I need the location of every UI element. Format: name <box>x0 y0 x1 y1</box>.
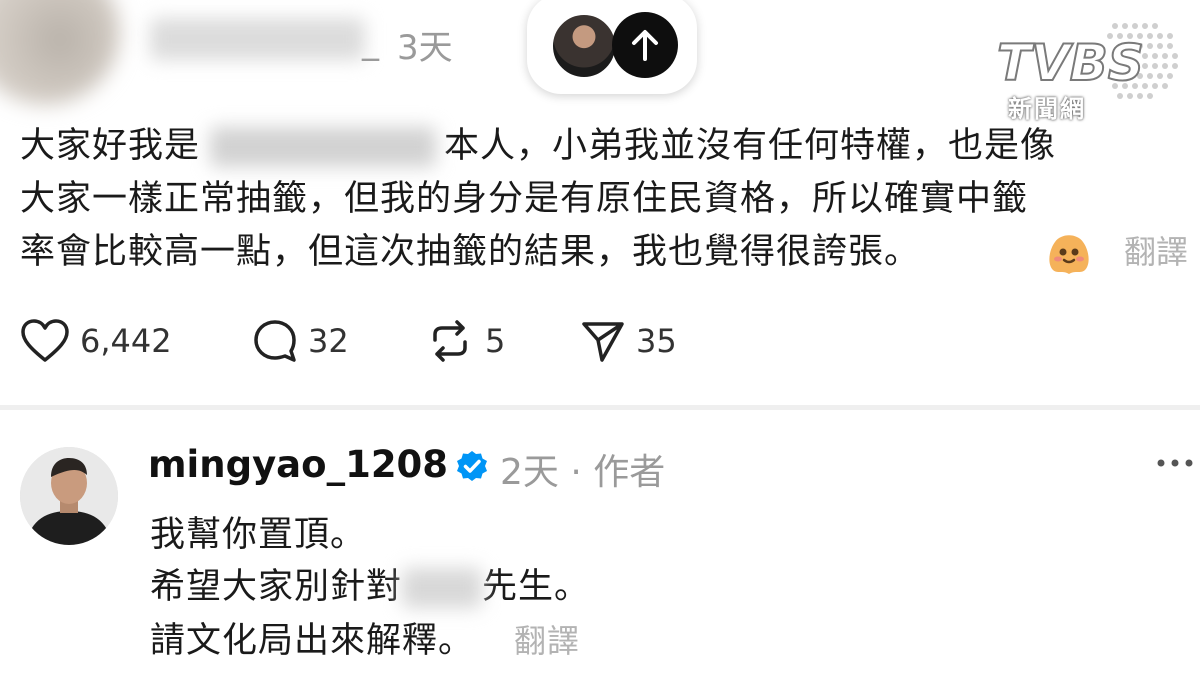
cute-emoji-icon <box>1049 235 1089 274</box>
like-count: 6,442 <box>80 322 172 360</box>
post-text-line-2: 大家一樣正常抽籤，但我的身分是有原住民資格，所以確實中籤 <box>20 179 1029 219</box>
repost-count: 5 <box>485 322 506 360</box>
post-text-line-3: 率會比較高一點，但這次抽籤的結果，我也覺得很誇張。 <box>20 232 921 272</box>
reply-line-2-suffix: 先生。 <box>482 567 591 607</box>
pill-avatar <box>551 13 617 79</box>
more-options-icon[interactable] <box>1155 448 1195 478</box>
share-button[interactable]: 35 <box>580 318 677 364</box>
share-count: 35 <box>636 322 677 360</box>
comment-count: 32 <box>308 322 349 360</box>
repost-icon <box>433 320 467 362</box>
reply-meta: 2天 · 作者 <box>500 452 666 493</box>
reply-avatar[interactable] <box>20 447 118 545</box>
arrow-up-icon[interactable] <box>612 12 678 78</box>
verified-badge-icon <box>457 451 487 481</box>
like-button[interactable]: 6,442 <box>20 318 172 364</box>
username-suffix: _ <box>362 22 379 62</box>
reply-username[interactable]: mingyao_1208 <box>148 443 448 486</box>
reply-line-3: 請文化局出來解釋。 翻譯 <box>150 612 580 663</box>
translate-link[interactable]: 翻譯 <box>1124 226 1188 279</box>
svg-text:TVBS: TVBS <box>997 34 1144 92</box>
reply-translate-link[interactable]: 翻譯 <box>514 622 580 660</box>
repost-button[interactable]: 5 <box>425 318 505 364</box>
divider <box>0 405 1200 410</box>
post-text-line-1: 大家好我是 本人，小弟我並沒有任何特權，也是像 <box>20 120 1056 173</box>
blurred-username <box>150 18 365 60</box>
heart-icon <box>21 319 69 362</box>
blurred-name <box>210 127 437 167</box>
tvbs-subtitle: 新聞網 <box>1008 95 1086 123</box>
reply-line-2-prefix: 希望大家別針對 <box>150 567 403 607</box>
reply-line-3-text: 請文化局出來解釋。 <box>150 621 475 661</box>
reply-line-2: 希望大家別針對 先生。 <box>150 558 590 609</box>
post-time: 3天 <box>397 28 453 68</box>
post-text-suffix: 本人，小弟我並沒有任何特權，也是像 <box>444 126 1057 166</box>
send-icon <box>582 322 624 362</box>
comment-icon <box>254 320 296 362</box>
comment-button[interactable]: 32 <box>252 318 349 364</box>
post-text-prefix: 大家好我是 <box>20 126 201 166</box>
blurred-name-2 <box>402 568 483 608</box>
reply-line-1: 我幫你置頂。 <box>150 515 367 555</box>
post-author-avatar[interactable] <box>0 0 120 105</box>
